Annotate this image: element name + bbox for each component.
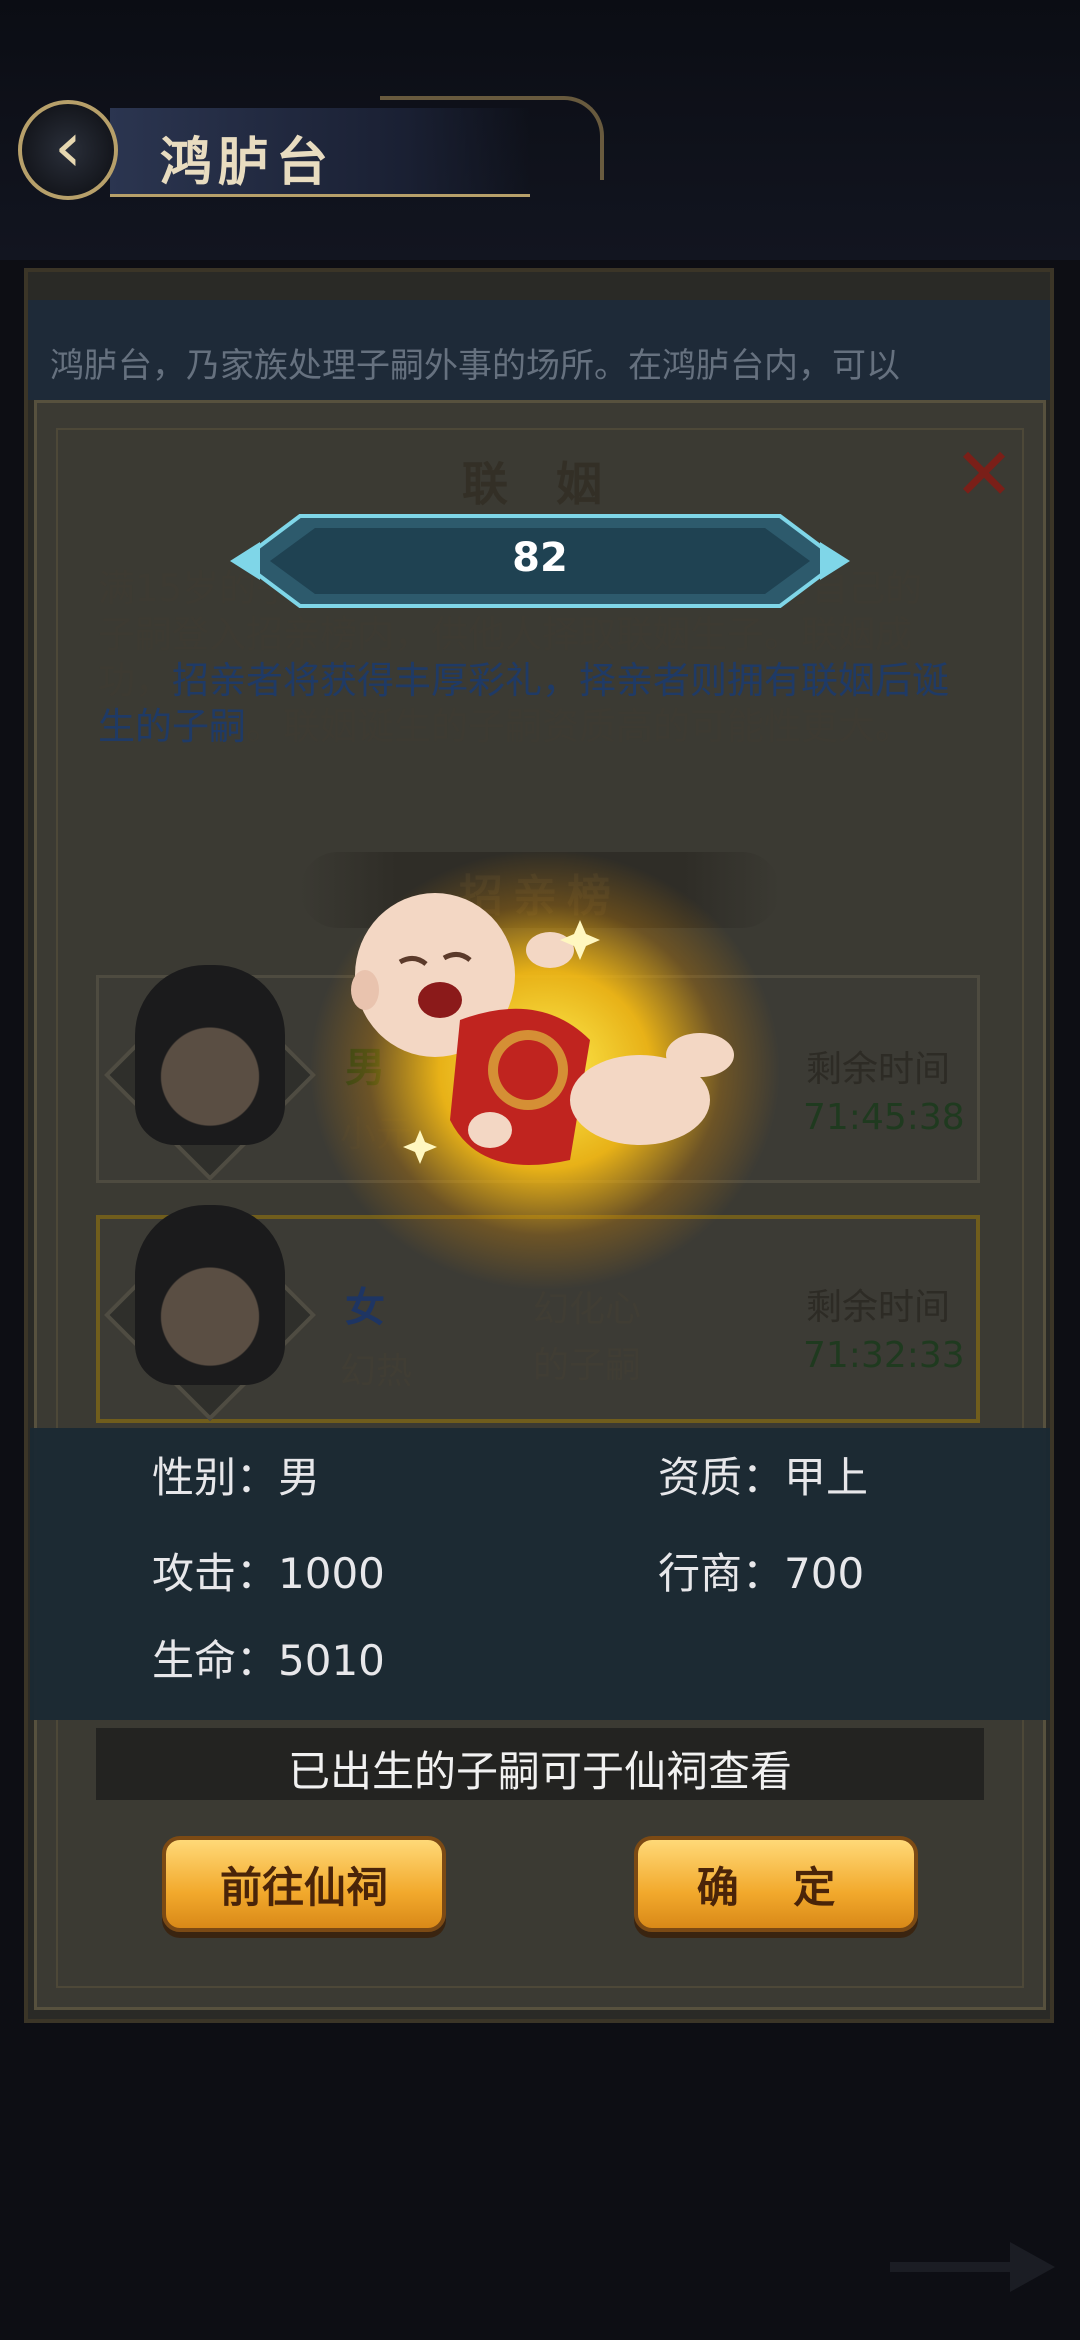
- page-title: 鸿胪台: [160, 132, 335, 193]
- attack-value: 1000: [278, 1549, 385, 1598]
- candidate-name: 幻热: [340, 1351, 413, 1392]
- trade-attr: 行商：700: [658, 1540, 864, 1601]
- time-label: 剩余时间: [806, 1287, 951, 1328]
- attack-attr: 攻击：1000: [152, 1540, 385, 1601]
- back-button[interactable]: ‹: [18, 100, 118, 200]
- remaining-time: 71:32:33: [803, 1335, 965, 1376]
- baby-icon: [351, 893, 734, 1165]
- chevron-left-icon: ‹: [54, 106, 82, 188]
- quality-attr: 资质：甲上: [658, 1444, 868, 1505]
- candidate-parent-suffix: 的子嗣: [533, 1345, 642, 1386]
- arrow-right-icon[interactable]: [890, 2232, 1060, 2302]
- gender-value: 男: [278, 1453, 321, 1502]
- cloud-ornament: [380, 96, 604, 180]
- candidate-gender: 女: [345, 1285, 385, 1331]
- remaining-time: 71:45:38: [803, 1097, 965, 1138]
- gender-attr: 性别：男: [152, 1444, 320, 1505]
- life-label: 生命：: [152, 1636, 279, 1685]
- rules-part-3: 。联姻诞生的子嗣资质高的可能性更大。: [246, 705, 912, 748]
- intro-text: 鸿胪台，乃家族处理子嗣外事的场所。在鸿胪台内，可以: [50, 346, 900, 386]
- life-value: 5010: [278, 1636, 385, 1685]
- life-attr: 生命：5010: [152, 1627, 385, 1688]
- quality-label: 资质：: [658, 1453, 785, 1502]
- score-value: 82: [512, 535, 568, 581]
- trade-value: 700: [784, 1549, 865, 1598]
- dialog-title: 联 姻: [461, 457, 618, 511]
- time-label: 剩余时间: [806, 1049, 951, 1090]
- close-icon: ✕: [953, 432, 1015, 516]
- born-message: 已出生的子嗣可于仙祠查看: [287, 1747, 792, 1796]
- close-button[interactable]: ✕: [948, 438, 1020, 510]
- goto-shrine-button[interactable]: 前往仙祠: [162, 1836, 446, 1932]
- gender-label: 性别：: [152, 1453, 279, 1502]
- avatar: [135, 965, 285, 1145]
- confirm-button[interactable]: 确 定: [634, 1836, 918, 1932]
- trade-label: 行商：: [658, 1549, 785, 1598]
- attack-label: 攻击：: [152, 1549, 279, 1598]
- avatar: [135, 1205, 285, 1385]
- quality-value: 甲上: [784, 1453, 869, 1502]
